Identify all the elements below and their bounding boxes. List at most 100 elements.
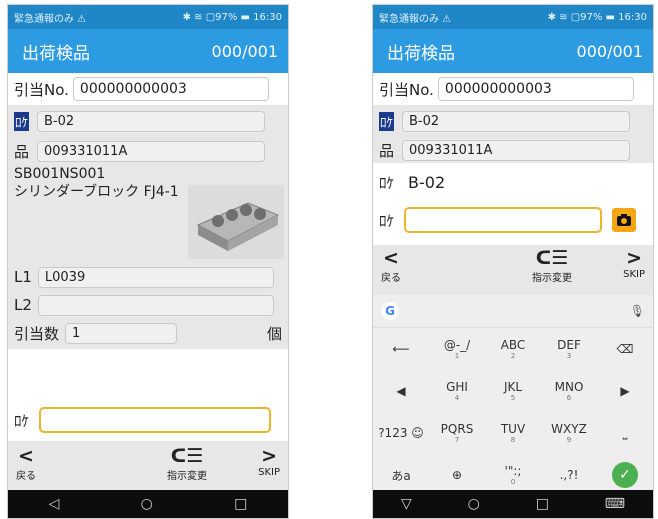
chevron-right-icon: > [626,247,642,269]
hin-label: 品 [379,141,395,160]
nav-recent-icon[interactable]: □ [536,496,549,512]
app-bar: 出荷検品 000/001 [8,29,288,73]
action-bar: < 戻る ᑕ☰ 指示変更 > SKIP [8,445,288,491]
nav-recent-icon[interactable]: □ [234,496,247,512]
loc-label: ﾛｹ [14,111,29,131]
keyboard-key[interactable]: ⟵ [373,328,429,370]
change-label: 指示変更 [532,273,573,284]
hikiate-field[interactable]: 000000000003 [72,77,269,101]
status-right: ✱ ≋ ▢97% ▬ 16:30 [547,11,647,23]
key-sublabel: 5 [510,394,516,402]
key-sublabel: 6 [566,394,572,402]
change-button[interactable]: ᑕ☰ 指示変更 [167,445,207,482]
google-icon[interactable]: G [381,302,399,320]
status-left: 緊急通報のみ ⚠ [14,13,87,25]
key-label: ⊕ [451,468,463,482]
keyboard-key[interactable]: GHI 4 [429,370,485,412]
input-panel: ﾛｹ B-02 ﾛｹ [373,163,653,245]
keyboard-key[interactable]: JKL 5 [485,370,541,412]
keyboard-row: ◀ GHI 4 JKL 5 MNO 6 ▶ [373,370,653,412]
keyboard-key[interactable]: ⌫ [597,328,653,370]
phone-right: 緊急通報のみ ⚠ ✱ ≋ ▢97% ▬ 16:30 出荷検品 000/001 引… [372,4,654,519]
product-code: SB001NS001 [14,166,106,182]
loc-field[interactable]: B-02 [402,110,630,132]
reorder-icon: ᑕ☰ [170,445,204,467]
keyboard-row: ⟵ @-_/1 ABC 2 DEF 3 ⌫ [373,328,653,370]
change-button[interactable]: ᑕ☰ 指示変更 [532,247,572,284]
keyboard-key[interactable]: ▶ [597,370,653,412]
nav-keyboard-icon[interactable]: ⌨ [605,496,625,512]
key-label: ?123 ☺ [378,426,424,440]
keyboard-toolbar: G 🎙 [373,295,653,328]
nav-back-icon[interactable]: ◁ [49,496,60,512]
system-nav-bar: ◁ ○ □ [8,490,288,518]
nav-home-icon[interactable]: ○ [468,496,480,512]
keyboard-key[interactable]: WXYZ 9 [541,412,597,454]
camera-button[interactable] [612,208,637,232]
scan-area: ﾛｹ [8,349,288,441]
back-label: 戻る [381,273,401,284]
page-title: 出荷検品 [22,43,90,64]
keyboard-key[interactable]: TUV 8 [485,412,541,454]
keyboard-key[interactable]: @-_/1 [429,328,485,370]
key-sublabel: 8 [510,436,516,444]
keyboard-key[interactable]: PQRS 7 [429,412,485,454]
skip-button[interactable]: > SKIP [258,445,280,478]
l1-field[interactable]: L0039 [37,266,274,288]
status-bar: 緊急通報のみ ⚠ ✱ ≋ ▢97% ▬ 16:30 [373,5,653,29]
skip-button[interactable]: > SKIP [623,247,645,280]
keyboard-key[interactable]: MNO 6 [541,370,597,412]
status-left: 緊急通報のみ ⚠ [379,13,452,25]
keyboard-key[interactable]: ABC 2 [485,328,541,370]
skip-label: SKIP [258,467,280,478]
hikiate-label: 引当No. [14,80,69,99]
key-label: PQRS [440,422,474,436]
action-bar: < 戻る ᑕ☰ 指示変更 > SKIP [373,245,653,291]
key-label: WXYZ [551,422,587,436]
product-image [188,185,284,259]
keyboard-key[interactable]: ◀ [373,370,429,412]
scan-input[interactable] [39,407,272,433]
key-label: ✓ [612,462,638,488]
system-nav-bar: ▽ ○ □ ⌨ [373,490,653,518]
l2-field[interactable] [37,294,274,316]
scan-input[interactable] [404,207,603,233]
key-sublabel: 9 [566,436,572,444]
key-sublabel: 3 [566,352,572,360]
keyboard-keys: ⟵ @-_/1 ABC 2 DEF 3 ⌫ ◀ GHI 4 JKL 5 MNO 6 ▶ ?123 ☺ PQRS 7… [373,328,653,496]
mic-icon[interactable]: 🎙 [630,304,645,318]
key-label: ⌫ [616,342,634,356]
reorder-icon: ᑕ☰ [535,247,569,269]
qty-label: 引当数 [14,324,60,343]
nav-back-icon[interactable]: ▽ [401,496,412,512]
back-button[interactable]: < 戻る [381,247,401,284]
keyboard-key[interactable]: ⎵ [597,412,653,454]
qty-unit: 個 [266,324,282,343]
page-title: 出荷検品 [387,43,455,64]
l2-label: L2 [14,296,32,314]
loc2-label: ﾛｹ [379,173,395,192]
key-sublabel: 2 [510,352,516,360]
keyboard-key[interactable]: DEF 3 [541,328,597,370]
loc2-value: B-02 [408,172,446,192]
nav-home-icon[interactable]: ○ [141,496,153,512]
hikiate-field[interactable]: 000000000003 [437,77,634,101]
hin-field[interactable]: 009331011A [402,139,631,161]
hin-field[interactable]: 009331011A [37,140,266,162]
hikiate-label: 引当No. [379,80,434,99]
change-label: 指示変更 [167,471,208,482]
scan-label: ﾛｹ [379,211,395,230]
key-label: .,?! [559,468,579,482]
key-label: @-_/ [443,338,471,352]
qty-field[interactable]: 1 [65,322,178,344]
progress-count: 000/001 [576,41,643,61]
keyboard-key[interactable]: ?123 ☺ [373,412,429,454]
keyboard: G 🎙 ⟵ @-_/1 ABC 2 DEF 3 ⌫ ◀ GHI 4 JKL 5 MNO 6 ▶ ?123 ☺ P… [373,295,653,490]
key-sublabel: 4 [454,394,460,402]
camera-icon [617,214,632,226]
phone-left: 緊急通報のみ ⚠ ✱ ≋ ▢97% ▬ 16:30 出荷検品 000/001 引… [7,4,289,519]
loc-field[interactable]: B-02 [37,110,265,132]
key-label: GHI [446,380,468,394]
key-label: ⟵ [392,342,410,356]
back-button[interactable]: < 戻る [16,445,36,482]
